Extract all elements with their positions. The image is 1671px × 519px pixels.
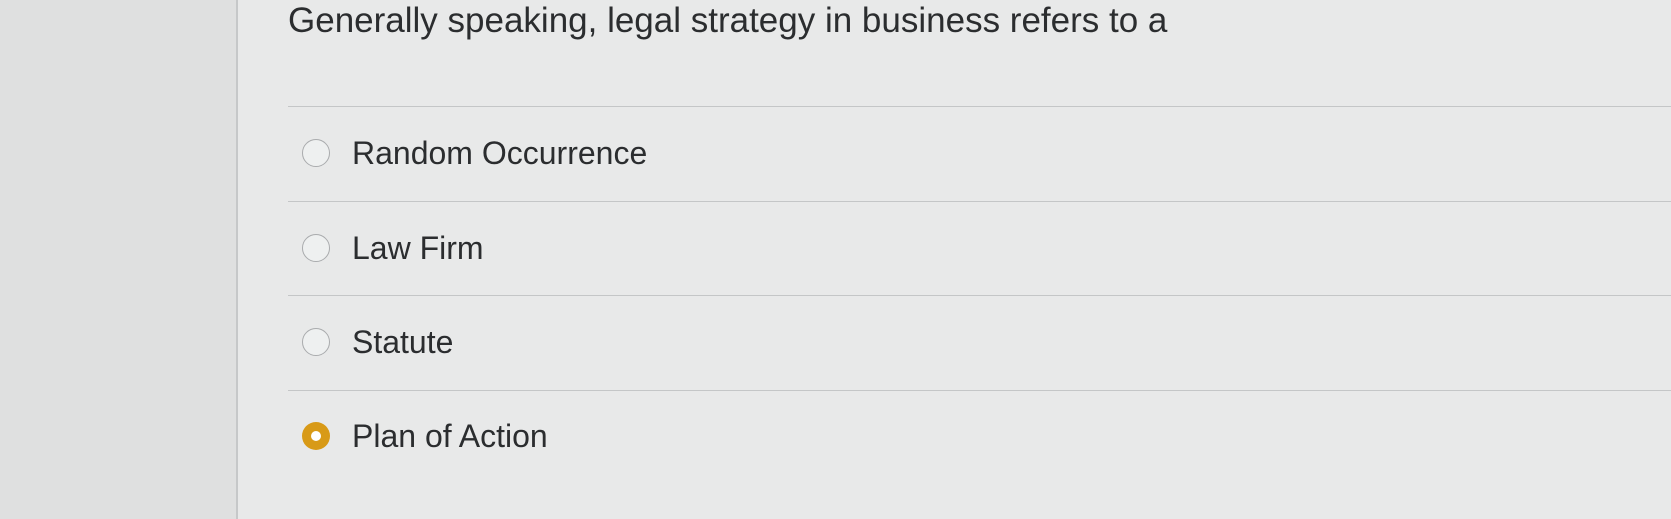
answer-option-label: Plan of Action — [352, 418, 548, 454]
question-text: Generally speaking, legal strategy in bu… — [288, 1, 1168, 40]
radio-button-selected-icon[interactable] — [302, 422, 330, 450]
left-gutter — [0, 0, 236, 519]
radio-button-icon[interactable] — [302, 234, 330, 262]
answer-option-statute[interactable]: Statute — [288, 296, 1671, 390]
answer-option-label: Statute — [352, 324, 454, 360]
answer-option-label: Law Firm — [352, 230, 484, 266]
answer-option-random-occurrence[interactable]: Random Occurrence — [288, 107, 1671, 201]
radio-button-icon[interactable] — [302, 139, 330, 167]
answer-option-plan-of-action[interactable]: Plan of Action — [288, 390, 1671, 484]
radio-button-icon[interactable] — [302, 328, 330, 356]
answer-option-label: Random Occurrence — [352, 135, 648, 171]
answer-option-law-firm[interactable]: Law Firm — [288, 202, 1671, 296]
